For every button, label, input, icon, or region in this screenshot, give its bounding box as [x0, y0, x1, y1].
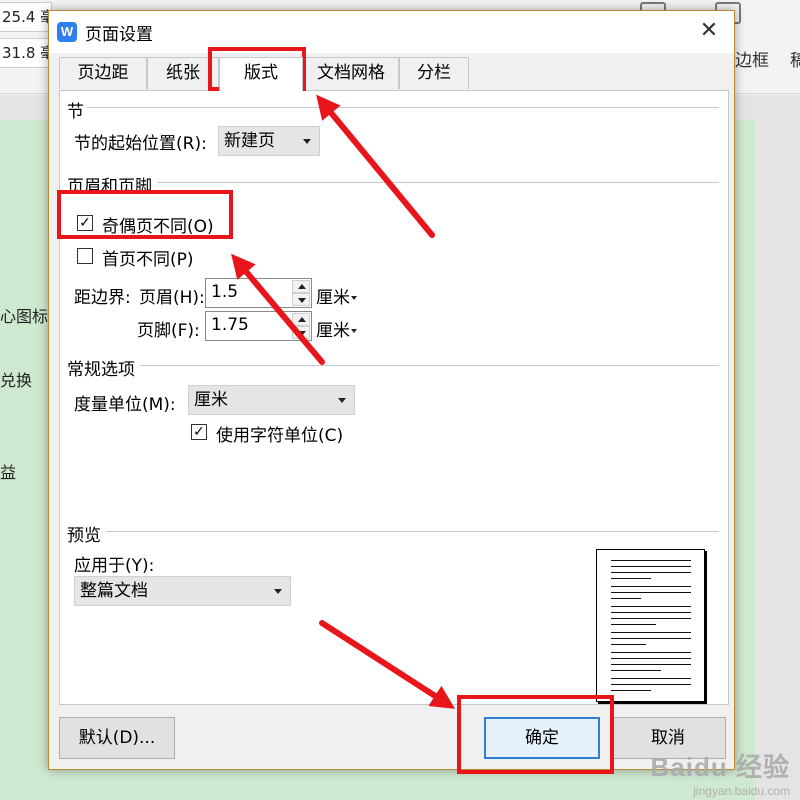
footer-distance-spinner[interactable]: 1.75: [205, 311, 312, 341]
spin-up-icon[interactable]: [292, 280, 310, 293]
tab-bar: 页边距 纸张 版式 文档网格 分栏: [59, 57, 729, 91]
dialog-title: 页面设置: [85, 25, 153, 45]
toolbar-label-draft[interactable]: 稿: [790, 46, 800, 71]
margin-top-field[interactable]: 25.4 毫米: [0, 2, 52, 32]
divider: [140, 365, 719, 366]
default-button[interactable]: 默认(D)...: [59, 717, 175, 759]
distance-label: 距边界:: [74, 288, 131, 308]
footer-distance-label: 页脚(F):: [137, 321, 200, 341]
section-group-title: 节: [67, 102, 84, 122]
footer-unit-label: 厘米: [316, 321, 350, 341]
tab-document-grid[interactable]: 文档网格: [303, 57, 399, 89]
chevron-down-icon: [351, 329, 357, 333]
header-unit-label: 厘米: [316, 288, 350, 308]
side-text-2: 兑换: [0, 371, 33, 390]
close-icon: ✕: [699, 18, 719, 43]
header-distance-label: 页眉(H):: [139, 288, 205, 308]
tab-paper[interactable]: 纸张: [147, 57, 219, 89]
header-distance-spinner[interactable]: 1.5: [205, 278, 312, 308]
chevron-down-icon: [338, 398, 346, 403]
general-group-title: 常规选项: [67, 360, 135, 380]
chevron-down-icon: [351, 296, 357, 300]
divider: [157, 182, 719, 183]
apply-to-select[interactable]: 整篇文档: [74, 576, 291, 606]
page-preview: [596, 549, 705, 702]
cancel-button[interactable]: 取消: [610, 717, 726, 759]
spin-down-icon[interactable]: [292, 326, 310, 339]
chevron-down-icon: [274, 589, 282, 594]
section-start-select[interactable]: 新建页: [218, 126, 320, 156]
measure-unit-value: 厘米: [194, 390, 228, 410]
tab-layout[interactable]: 版式: [219, 57, 303, 91]
toolbar-label-border[interactable]: 边框: [735, 46, 769, 71]
apply-to-label: 应用于(Y):: [74, 556, 155, 576]
first-page-checkbox[interactable]: [77, 248, 93, 264]
chevron-down-icon: [303, 139, 311, 144]
first-page-label[interactable]: 首页不同(P): [102, 245, 194, 270]
header-unit-dropdown[interactable]: 厘米: [316, 283, 357, 308]
footer-distance-value[interactable]: 1.75: [211, 315, 249, 335]
tab-margins[interactable]: 页边距: [59, 57, 147, 89]
side-text-3: 益: [0, 463, 17, 482]
section-start-label: 节的起始位置(R):: [74, 134, 207, 154]
wps-app-icon: W: [57, 22, 77, 42]
apply-to-value: 整篇文档: [80, 581, 148, 601]
odd-even-label[interactable]: 奇偶页不同(O): [102, 212, 214, 237]
side-text-1: 心图标: [0, 307, 49, 326]
close-button[interactable]: ✕: [696, 19, 722, 45]
dialog-titlebar: W 页面设置 ✕: [49, 11, 734, 53]
footer-unit-dropdown[interactable]: 厘米: [316, 316, 357, 341]
preview-group-title: 预览: [67, 526, 101, 546]
measure-unit-select[interactable]: 厘米: [188, 385, 355, 415]
header-distance-value[interactable]: 1.5: [211, 282, 238, 302]
section-start-value: 新建页: [224, 131, 275, 151]
spin-down-icon[interactable]: [292, 293, 310, 306]
tab-columns[interactable]: 分栏: [399, 57, 469, 89]
ok-button[interactable]: 确定: [484, 717, 600, 759]
measure-unit-label: 度量单位(M):: [74, 395, 176, 415]
char-unit-label[interactable]: 使用字符单位(C): [216, 421, 343, 446]
layout-panel: 节 节的起始位置(R): 新建页 页眉和页脚 ✓ 奇偶页不同(O) 首页不同(P…: [59, 90, 729, 705]
page-setup-dialog: W 页面设置 ✕ 页边距 纸张 版式 文档网格 分栏 节 节的起始位置(R): …: [48, 10, 735, 770]
char-unit-checkbox[interactable]: ✓: [191, 424, 207, 440]
odd-even-checkbox[interactable]: ✓: [77, 215, 93, 231]
header-footer-group-title: 页眉和页脚: [67, 177, 152, 197]
divider: [87, 107, 719, 108]
divider: [106, 531, 719, 532]
spin-up-icon[interactable]: [292, 313, 310, 326]
margin-bottom-field[interactable]: 31.8 毫米: [0, 38, 52, 68]
